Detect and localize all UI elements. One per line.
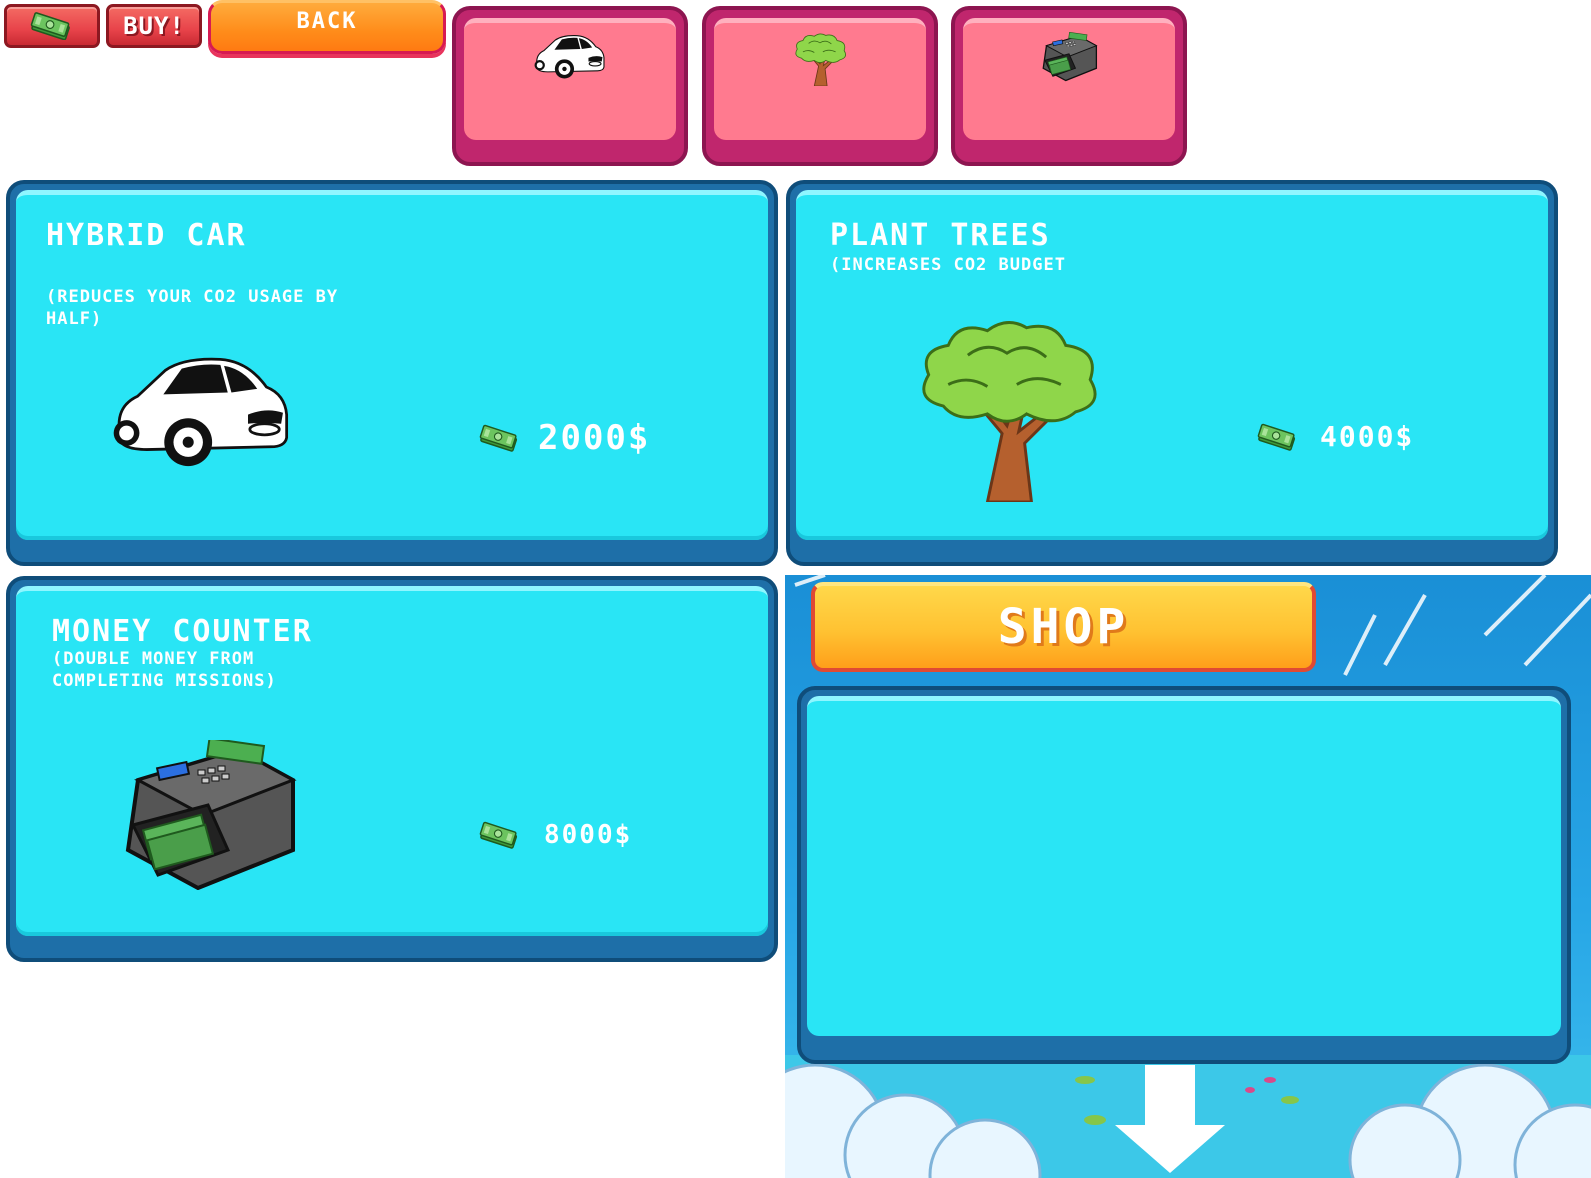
price-tag: 8000$ [478, 820, 632, 850]
car-icon [533, 32, 607, 80]
money-counter-icon [118, 740, 298, 890]
item-description: (REDUCES YOUR CO2 USAGE BY HALF) [46, 287, 339, 329]
tree-icon [904, 316, 1110, 502]
back-button[interactable]: BACK [208, 0, 446, 54]
buy-button[interactable]: BUY! [106, 4, 202, 48]
back-label: BACK [296, 9, 358, 34]
tree-icon [790, 32, 850, 86]
money-icon [1256, 423, 1300, 451]
price-tag: 2000$ [478, 418, 650, 458]
item-description: (INCREASES CO2 BUDGET [830, 255, 1066, 275]
item-card-hybrid-car[interactable]: HYBRID CAR (REDUCES YOUR CO2 USAGE BY HA… [6, 180, 778, 566]
item-description: (DOUBLE MONEY FROM COMPLETING MISSIONS) [52, 649, 277, 691]
price-value: 8000$ [544, 820, 633, 850]
price-tag: 4000$ [1256, 420, 1414, 453]
car-icon [110, 350, 294, 470]
tab-tree[interactable] [702, 6, 938, 166]
tab-money-counter[interactable] [951, 6, 1187, 166]
tab-car[interactable] [452, 6, 688, 166]
money-icon [478, 821, 522, 849]
item-card-plant-trees[interactable]: PLANT TREES (INCREASES CO2 BUDGET 4000$ [786, 180, 1558, 566]
item-title: PLANT TREES [830, 218, 1051, 253]
price-value: 4000$ [1320, 420, 1415, 453]
money-counter-icon [1040, 32, 1098, 82]
shop-title-button[interactable]: SHOP [811, 582, 1316, 672]
price-value: 2000$ [538, 418, 651, 458]
shop-panel [797, 686, 1571, 1064]
money-icon [478, 424, 522, 452]
item-card-money-counter[interactable]: MONEY COUNTER (DOUBLE MONEY FROM COMPLET… [6, 576, 778, 962]
item-title: MONEY COUNTER [52, 614, 313, 649]
shop-title: SHOP [997, 599, 1130, 655]
money-icon [29, 12, 75, 40]
buy-label: BUY! [123, 12, 185, 40]
money-button[interactable] [4, 4, 100, 48]
item-title: HYBRID CAR [46, 218, 247, 253]
